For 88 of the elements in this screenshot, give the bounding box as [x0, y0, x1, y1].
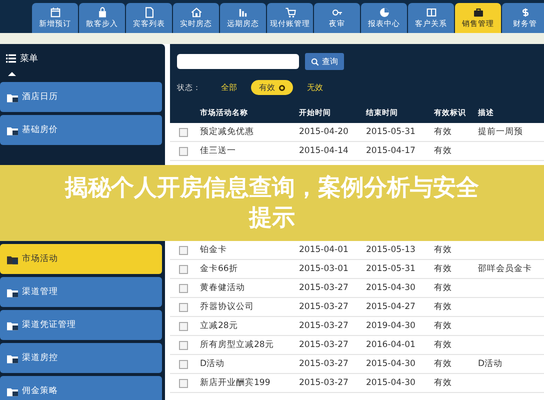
- filter-chip[interactable]: 有效: [251, 80, 293, 95]
- table-cell: D活动: [200, 359, 225, 369]
- folder-icon: [6, 92, 19, 102]
- menu-icon: [6, 54, 16, 63]
- table-cell: 2015-03-27: [299, 302, 348, 312]
- row-checkbox[interactable]: [178, 322, 188, 330]
- sidebar-item[interactable]: 渠道凭证管理: [0, 310, 162, 340]
- briefcase-icon: [472, 7, 484, 18]
- table-cell: 2015-04-17: [366, 146, 416, 156]
- radio-icon: [279, 84, 285, 90]
- row-checkbox[interactable]: [178, 378, 188, 388]
- table-cell: 立减28元: [200, 321, 238, 331]
- menu-title: 菜单: [20, 52, 38, 65]
- table-cell: 2015-04-01: [299, 245, 348, 255]
- table-cell: 有效: [434, 264, 452, 274]
- table-cell: 2015-03-27: [299, 340, 348, 350]
- row-checkbox[interactable]: [178, 340, 188, 350]
- search-button[interactable]: 查询: [305, 53, 344, 70]
- filter-chip[interactable]: 全部: [213, 80, 245, 95]
- row-checkbox[interactable]: [178, 146, 188, 156]
- table-cell: 有效: [434, 321, 452, 331]
- table-cell: 2015-04-20: [299, 127, 348, 137]
- search-icon: [311, 58, 319, 66]
- cart-icon: [284, 7, 296, 18]
- sidebar-item[interactable]: 基础房价: [0, 115, 162, 145]
- table-cell: 邵咩会员金卡: [478, 264, 532, 274]
- sidebar-item[interactable]: 渠道房控: [0, 343, 162, 373]
- headline: 揭秘个人开房信息查询，案例分析与安全提示: [64, 174, 480, 233]
- table-cell: 有效: [434, 146, 452, 156]
- table-cell: 佳三送一: [200, 146, 236, 156]
- folder-icon: [6, 386, 19, 396]
- table-cell: 有效: [434, 283, 452, 293]
- table-cell: 2015-03-27: [299, 378, 348, 388]
- table-cell: 有效: [434, 359, 452, 369]
- table-cell: 有效: [434, 340, 452, 350]
- table-cell: 2015-03-27: [299, 283, 348, 293]
- document-icon: [144, 7, 154, 18]
- row-checkbox[interactable]: [178, 128, 188, 136]
- table-cell: 2015-05-31: [366, 127, 416, 137]
- table-cell: 2015-03-01: [299, 264, 348, 274]
- table-cell: 2015-04-30: [366, 359, 416, 369]
- row-checkbox[interactable]: [178, 246, 188, 254]
- filter-chip[interactable]: 无效: [299, 80, 331, 95]
- table-cell: 金卡66折: [200, 264, 238, 274]
- card-icon: [426, 7, 436, 18]
- folder-icon: [6, 124, 19, 136]
- table-cell: 有效: [434, 378, 452, 388]
- row-checkbox[interactable]: [178, 360, 188, 368]
- table-cell: 提前一周预: [478, 127, 523, 137]
- table-cell: 2015-05-31: [366, 264, 416, 274]
- pie-chart-icon: [378, 7, 390, 18]
- table-cell: 新店开业酬宾199: [200, 378, 270, 388]
- table-cell: 2015-04-30: [366, 378, 416, 388]
- table-cell: 2015-04-27: [366, 302, 416, 312]
- table-cell: 2015-04-30: [366, 283, 416, 293]
- folder-icon: [6, 352, 19, 364]
- row-checkbox[interactable]: [178, 302, 188, 312]
- sidebar-item[interactable]: 酒店日历: [0, 82, 162, 112]
- table-cell: 2015-04-14: [299, 146, 348, 156]
- table-cell: 有效: [434, 245, 452, 255]
- table-cell: 有效: [434, 127, 452, 137]
- dollar-icon: [520, 7, 530, 18]
- sidebar-item[interactable]: 佣金策略: [0, 376, 162, 400]
- row-checkbox[interactable]: [178, 264, 188, 274]
- table-cell: 2019-04-30: [366, 321, 416, 331]
- table-cell: 有效: [434, 302, 452, 312]
- table-cell: 2015-03-27: [299, 321, 348, 331]
- bar-chart-icon: [238, 7, 248, 18]
- row-checkbox[interactable]: [178, 284, 188, 292]
- table-cell: 乔嚣协议公司: [200, 302, 254, 312]
- table-cell: 黄春健活动: [200, 283, 245, 293]
- caret-icon: [8, 72, 16, 76]
- search-field[interactable]: [177, 54, 299, 69]
- table-cell: 2016-04-01: [366, 340, 416, 350]
- key-icon: [332, 7, 342, 18]
- folder-icon: [6, 320, 19, 330]
- table-cell: 所有房型立减28元: [200, 340, 274, 350]
- folder-icon: [6, 254, 19, 264]
- table-cell: D活动: [478, 359, 503, 369]
- table-cell: 2015-05-13: [366, 245, 416, 255]
- house-icon: [190, 7, 202, 18]
- sidebar-item[interactable]: 渠道管理: [0, 277, 162, 307]
- table-cell: 预定减免优惠: [200, 127, 254, 137]
- table-cell: 铂金卡: [200, 245, 227, 255]
- calendar-icon: [50, 7, 60, 18]
- table-cell: 2015-03-27: [299, 359, 348, 369]
- folder-icon: [6, 286, 19, 298]
- sidebar-item[interactable]: 市场活动: [0, 244, 162, 274]
